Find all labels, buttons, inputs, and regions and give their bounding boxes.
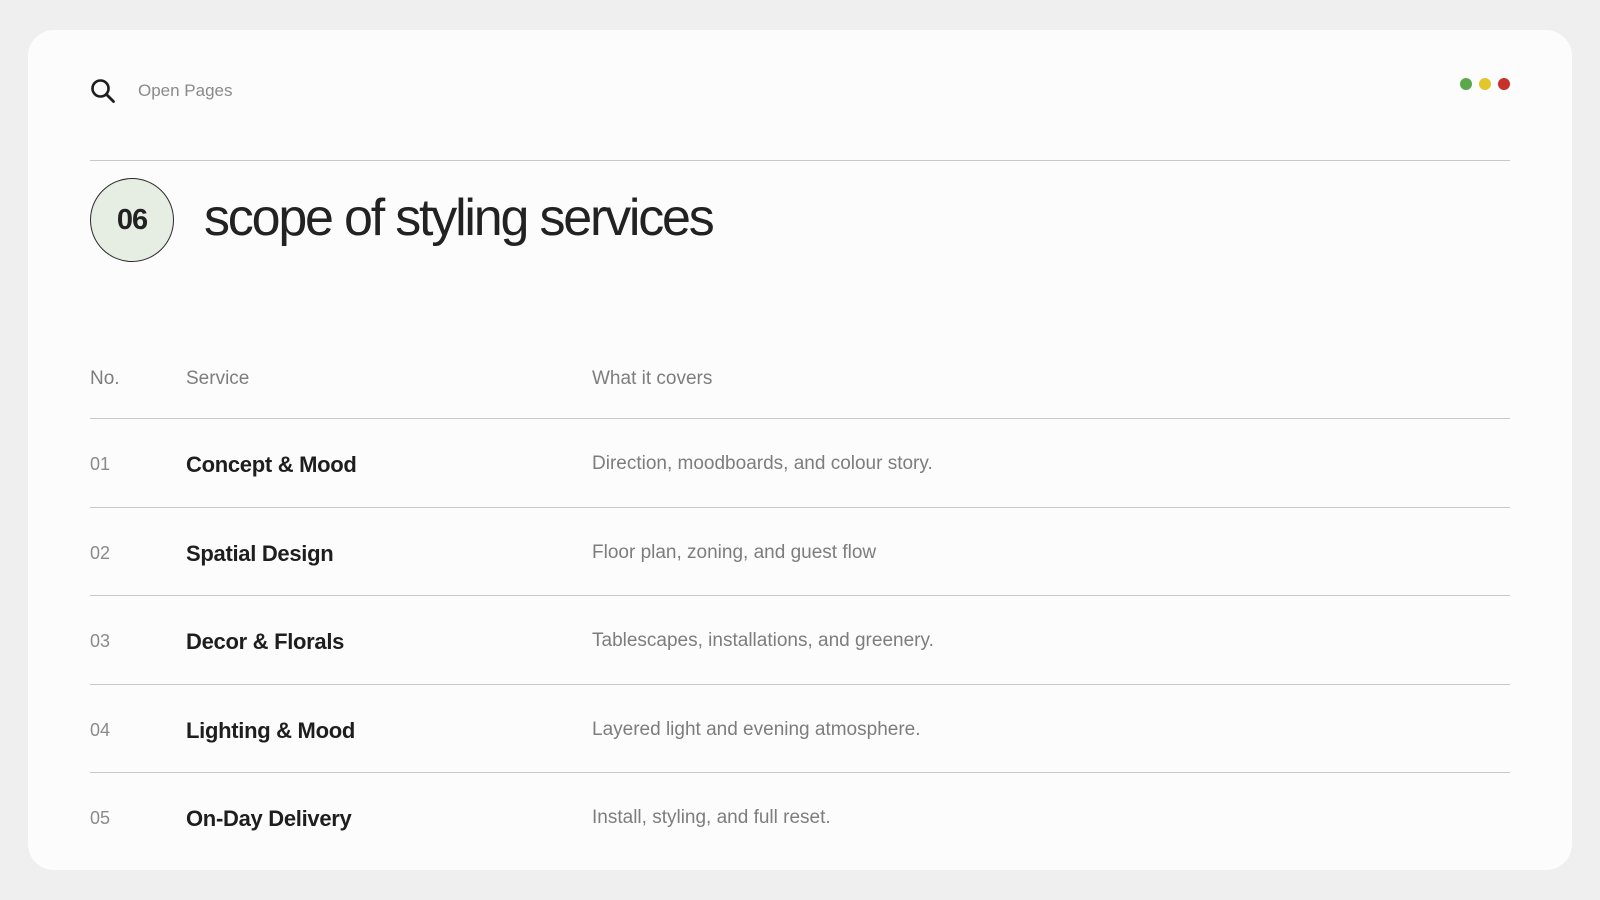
- table-row: 03 Decor & Florals Tablescapes, installa…: [90, 596, 1510, 685]
- table-row: 04 Lighting & Mood Layered light and eve…: [90, 685, 1510, 773]
- service-name: Decor & Florals: [186, 629, 345, 654]
- column-header-covers: What it covers: [592, 368, 713, 389]
- window-controls: [1460, 78, 1510, 90]
- column-header-service: Service: [186, 368, 250, 389]
- row-number: 01: [90, 454, 111, 474]
- service-description: Floor plan, zoning, and guest flow: [592, 541, 877, 563]
- service-name: On-Day Delivery: [186, 806, 352, 831]
- table-row: 01 Concept & Mood Direction, moodboards,…: [90, 419, 1510, 508]
- service-description: Install, styling, and full reset.: [592, 807, 831, 828]
- row-number: 02: [90, 542, 111, 563]
- row-number: 03: [90, 631, 111, 651]
- service-description: Layered light and evening atmosphere.: [592, 718, 921, 740]
- yellow-dot[interactable]: [1479, 78, 1491, 90]
- top-bar: Open Pages: [90, 30, 1510, 161]
- table-row: 02 Spatial Design Floor plan, zoning, an…: [90, 508, 1510, 596]
- service-name: Lighting & Mood: [186, 717, 355, 743]
- section-heading: 06 scope of styling services: [90, 178, 715, 262]
- page-title: scope of styling services: [204, 189, 715, 247]
- red-dot[interactable]: [1498, 78, 1510, 90]
- service-description: Tablescapes, installations, and greenery…: [592, 630, 934, 651]
- row-number: 05: [90, 808, 111, 828]
- table-header: No. Service What it covers: [90, 342, 1510, 419]
- search-icon[interactable]: [90, 78, 116, 104]
- slide-card: Open Pages 06 scope of styling services …: [28, 30, 1572, 870]
- column-header-no: No.: [90, 368, 120, 389]
- service-name: Concept & Mood: [186, 452, 357, 477]
- service-name: Spatial Design: [186, 540, 334, 566]
- service-description: Direction, moodboards, and colour story.: [592, 453, 933, 474]
- table-row: 05 On-Day Delivery Install, styling, and…: [90, 773, 1510, 861]
- row-number: 04: [90, 719, 111, 740]
- search-label[interactable]: Open Pages: [138, 81, 233, 101]
- section-number-badge: 06: [90, 178, 174, 262]
- services-table: No. Service What it covers 01 Concept & …: [90, 342, 1510, 861]
- green-dot[interactable]: [1460, 78, 1472, 90]
